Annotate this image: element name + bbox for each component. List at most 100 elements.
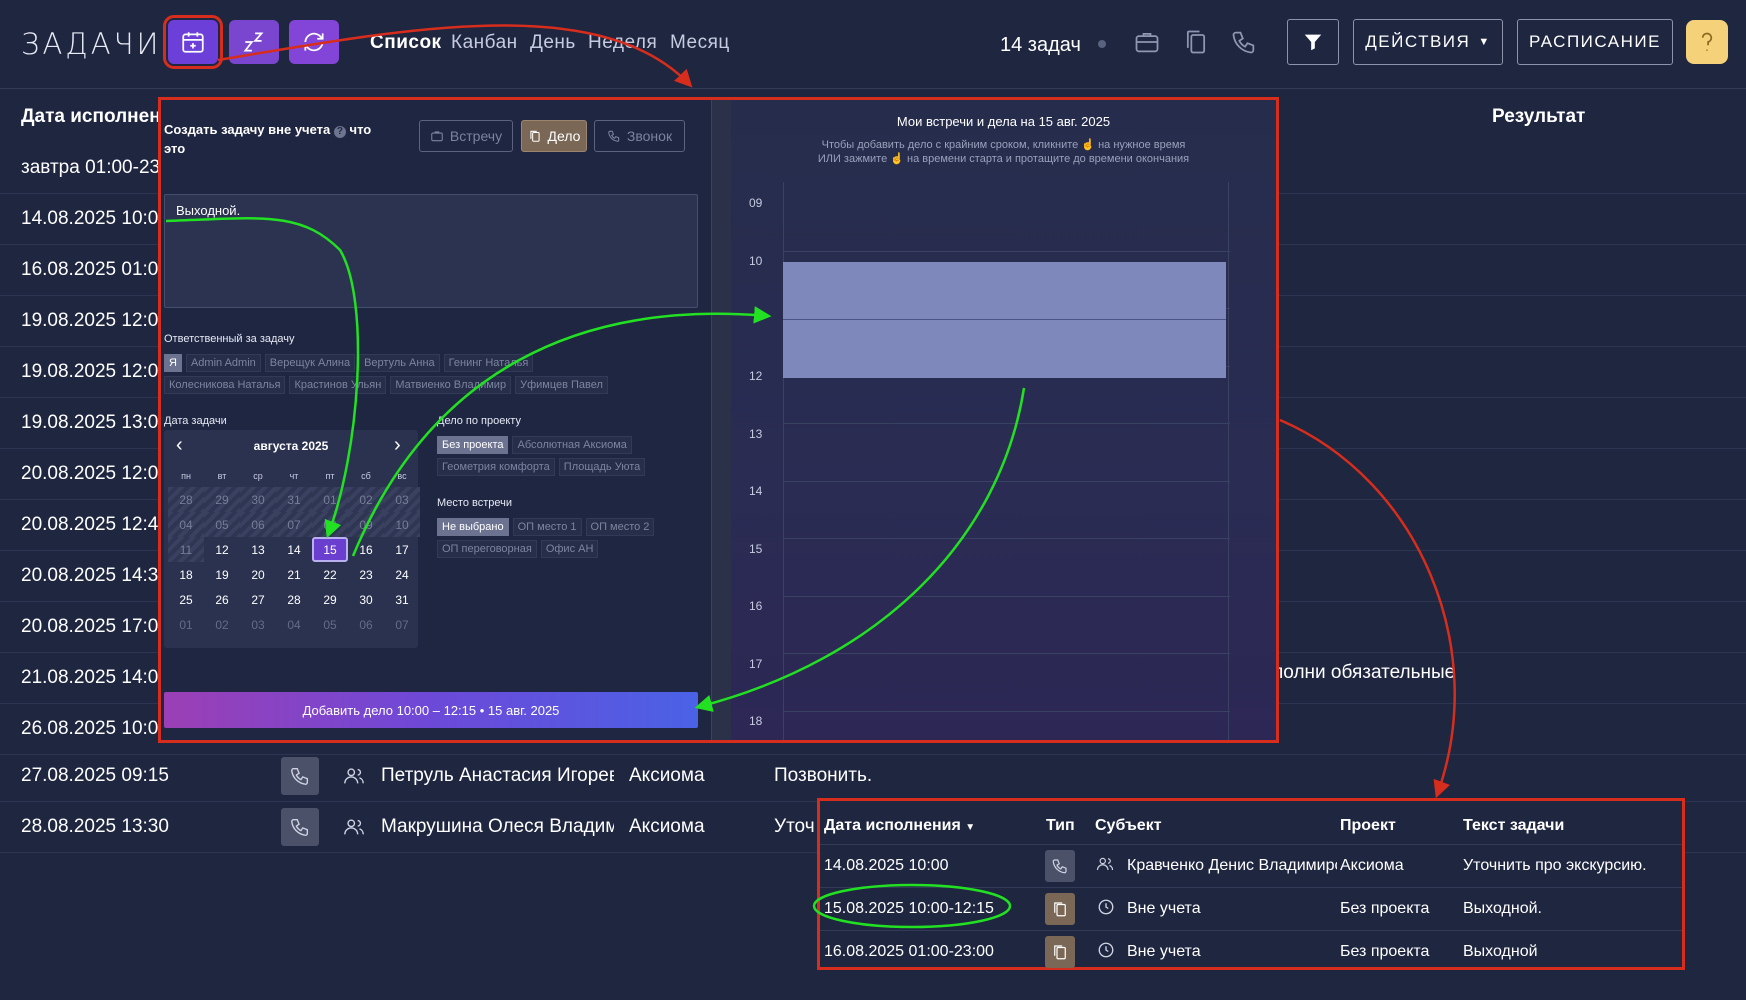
calendar-day[interactable]: 11: [168, 537, 204, 562]
tab-week[interactable]: Неделя: [588, 32, 657, 54]
calendar-day[interactable]: 24: [384, 562, 420, 587]
call-type-button[interactable]: [281, 808, 319, 846]
task-text-input[interactable]: Выходной.: [164, 194, 698, 308]
task-type-button[interactable]: [1045, 936, 1075, 968]
call-type-button[interactable]: [1045, 850, 1075, 882]
calendar-day[interactable]: 25: [168, 587, 204, 612]
column-header-type: Тип: [1046, 817, 1075, 834]
calendar-day[interactable]: 05: [204, 512, 240, 537]
calendar-day[interactable]: 14: [276, 537, 312, 562]
new-offline-task-button[interactable]: [163, 15, 223, 69]
tab-day[interactable]: День: [530, 32, 576, 54]
responsible-chip[interactable]: Я: [164, 354, 182, 372]
column-header-date[interactable]: Дата исполнения ▼: [824, 817, 975, 835]
responsible-chip[interactable]: Уфимцев Павел: [515, 376, 608, 394]
calendar-day[interactable]: 12: [204, 537, 240, 562]
tab-kanban[interactable]: Канбан: [451, 32, 518, 54]
calendar-day[interactable]: 21: [276, 562, 312, 587]
project-chip[interactable]: Геометрия комфорта: [437, 458, 555, 476]
help-circle-icon[interactable]: ?: [333, 126, 346, 138]
place-chip[interactable]: Офис АН: [540, 540, 599, 558]
calendar-day[interactable]: 31: [276, 487, 312, 512]
calendar-day[interactable]: 07: [276, 512, 312, 537]
place-chip[interactable]: Не выбрано: [437, 518, 509, 536]
call-type-button[interactable]: [281, 757, 319, 795]
calendar-day[interactable]: 30: [240, 487, 276, 512]
row-subject[interactable]: Петруль Анастасия Игоревна: [381, 765, 614, 787]
calendar-day[interactable]: 02: [204, 612, 240, 637]
row-subject[interactable]: Макрушина Олеся Владимировна: [381, 816, 614, 838]
table-row[interactable]: 14.08.2025 10:00 Кравченко Денис Владими…: [820, 844, 1682, 887]
table-row[interactable]: 27.08.2025 09:15 Петруль Анастасия Игоре…: [0, 751, 1746, 802]
calendar-day[interactable]: 04: [168, 512, 204, 537]
calendar-day[interactable]: 04: [276, 612, 312, 637]
tasks-filter-button[interactable]: [1180, 26, 1212, 58]
calendar-day[interactable]: 31: [384, 587, 420, 612]
schedule-button[interactable]: РАСПИСАНИЕ: [1517, 19, 1673, 65]
calendar-day[interactable]: 28: [168, 487, 204, 512]
calendar-day[interactable]: 08: [312, 512, 348, 537]
responsible-chips: Я Admin Admin Верещук Алина Вертуль Анна…: [164, 354, 654, 394]
calendar-day[interactable]: 03: [240, 612, 276, 637]
add-task-button[interactable]: Добавить дело 10:00 – 12:15 • 15 авг. 20…: [164, 692, 698, 728]
calendar-day[interactable]: 13: [240, 537, 276, 562]
place-chip[interactable]: ОП место 1: [512, 518, 582, 536]
table-row[interactable]: 15.08.2025 10:00-12:15 Вне учета Без про…: [820, 887, 1682, 930]
calendar-day[interactable]: 10: [384, 512, 420, 537]
type-call-button[interactable]: Звонок: [594, 120, 685, 152]
row-subject[interactable]: Кравченко Денис Владимирович: [1127, 857, 1337, 875]
calendar-day[interactable]: 29: [204, 487, 240, 512]
project-chip[interactable]: Абсолютная Аксиома: [512, 436, 632, 454]
project-chip[interactable]: Без проекта: [437, 436, 509, 454]
calendar-day[interactable]: 29: [312, 587, 348, 612]
meetings-filter-button[interactable]: [1131, 26, 1163, 58]
next-month-button[interactable]: ›: [394, 434, 401, 457]
selected-time-block[interactable]: [783, 262, 1226, 378]
type-meeting-button[interactable]: Встречу: [419, 120, 513, 152]
responsible-chip[interactable]: Верещук Алина: [264, 354, 356, 372]
calendar-day[interactable]: 06: [240, 512, 276, 537]
actions-dropdown[interactable]: ДЕЙСТВИЯ ▼: [1353, 19, 1503, 65]
calendar-day[interactable]: 28: [276, 587, 312, 612]
responsible-chip[interactable]: Колесникова Наталья: [164, 376, 286, 394]
calendar-day[interactable]: 22: [312, 562, 348, 587]
tab-list[interactable]: Список: [370, 32, 442, 54]
calendar-day[interactable]: 17: [384, 537, 420, 562]
responsible-chip[interactable]: Генинг Наталья: [443, 354, 534, 372]
filter-button[interactable]: [1287, 19, 1339, 65]
calendar-day[interactable]: 16: [348, 537, 384, 562]
responsible-chip[interactable]: Вертуль Анна: [359, 354, 440, 372]
calendar-day[interactable]: 07: [384, 612, 420, 637]
calendar-day[interactable]: 06: [348, 612, 384, 637]
tab-month[interactable]: Месяц: [670, 32, 730, 54]
place-chip[interactable]: ОП переговорная: [437, 540, 537, 558]
calendar-day[interactable]: 02: [348, 487, 384, 512]
calendar-day[interactable]: 01: [312, 487, 348, 512]
calendar-day[interactable]: 18: [168, 562, 204, 587]
table-row[interactable]: 16.08.2025 01:00-23:00 Вне учета Без про…: [820, 930, 1682, 973]
type-task-button[interactable]: Дело: [521, 120, 587, 152]
calendar-day[interactable]: 05: [312, 612, 348, 637]
calendar-day[interactable]: 19: [204, 562, 240, 587]
calendar-day[interactable]: 09: [348, 512, 384, 537]
form-title-text: Создать задачу вне учета: [164, 122, 331, 137]
responsible-chip[interactable]: Admin Admin: [185, 354, 261, 372]
panel-divider[interactable]: [711, 100, 731, 740]
calendar-day[interactable]: 15: [312, 537, 348, 562]
calendar-day[interactable]: 26: [204, 587, 240, 612]
snooze-button[interactable]: [229, 20, 279, 64]
calendar-day[interactable]: 01: [168, 612, 204, 637]
help-button[interactable]: [1686, 20, 1728, 64]
calendar-day[interactable]: 30: [348, 587, 384, 612]
calendar-day[interactable]: 27: [240, 587, 276, 612]
refresh-button[interactable]: [289, 20, 339, 64]
responsible-chip[interactable]: Матвиенко Владимир: [390, 376, 512, 394]
responsible-chip[interactable]: Крастинов Ульян: [289, 376, 387, 394]
calls-filter-button[interactable]: [1228, 26, 1260, 58]
task-type-button[interactable]: [1045, 893, 1075, 925]
place-chip[interactable]: ОП место 2: [585, 518, 655, 536]
calendar-day[interactable]: 20: [240, 562, 276, 587]
calendar-day[interactable]: 03: [384, 487, 420, 512]
calendar-day[interactable]: 23: [348, 562, 384, 587]
project-chip[interactable]: Площадь Уюта: [558, 458, 646, 476]
